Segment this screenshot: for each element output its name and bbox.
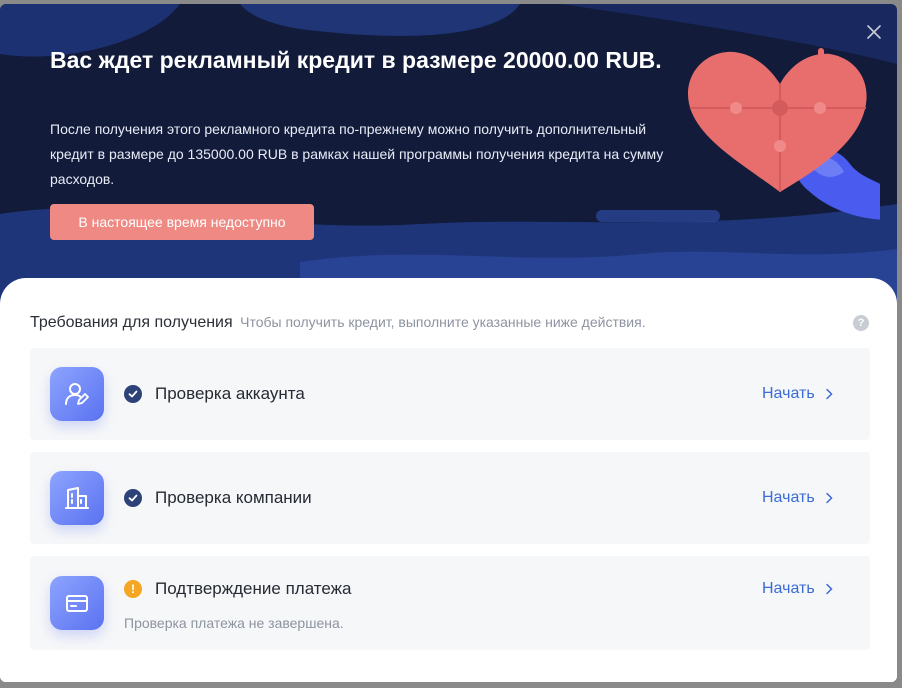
start-payment-confirmation-link[interactable]: Начать: [762, 580, 833, 598]
heart-puzzle-illustration: [680, 42, 890, 227]
requirements-panel: Требования для получения Чтобы получить …: [0, 278, 897, 682]
card-icon: [50, 576, 104, 630]
requirement-title: Проверка компании: [155, 488, 312, 507]
requirements-title: Требования для получения: [30, 314, 233, 331]
user-edit-icon: [50, 367, 104, 421]
requirements-header: Требования для получения Чтобы получить …: [30, 314, 646, 332]
requirement-title: Подтверждение платежа: [155, 579, 352, 598]
offer-description: После получения этого рекламного кредита…: [50, 121, 664, 187]
start-link-label: Начать: [762, 580, 815, 597]
building-icon: [50, 471, 104, 525]
requirements-subtitle: Чтобы получить кредит, выполните указанн…: [240, 314, 646, 330]
credit-offer-dialog: Вас ждет рекламный кредит в размере 2000…: [0, 4, 897, 682]
help-icon[interactable]: ?: [853, 315, 869, 331]
offer-title: Вас ждет рекламный кредит в размере 2000…: [50, 47, 662, 73]
check-circle-icon: [124, 385, 142, 403]
chevron-right-icon: [825, 583, 833, 595]
chevron-right-icon: [825, 388, 833, 400]
start-link-label: Начать: [762, 385, 815, 402]
requirement-card-payment: ! Подтверждение платежа Проверка платежа…: [30, 556, 870, 650]
offer-banner: Вас ждет рекламный кредит в размере 2000…: [0, 4, 897, 304]
close-button[interactable]: [864, 22, 884, 42]
warning-circle-icon: !: [124, 580, 142, 598]
unavailable-button[interactable]: В настоящее время недоступно: [50, 204, 314, 240]
chevron-right-icon: [825, 492, 833, 504]
requirement-title: Проверка аккаунта: [155, 384, 305, 403]
close-icon: [867, 25, 881, 39]
start-company-verification-link[interactable]: Начать: [762, 489, 833, 507]
requirement-card-account: Проверка аккаунта Начать: [30, 348, 870, 440]
start-link-label: Начать: [762, 489, 815, 506]
requirement-card-company: Проверка компании Начать: [30, 452, 870, 544]
payment-status-note: Проверка платежа не завершена.: [124, 615, 344, 631]
start-account-verification-link[interactable]: Начать: [762, 385, 833, 403]
check-circle-icon: [124, 489, 142, 507]
